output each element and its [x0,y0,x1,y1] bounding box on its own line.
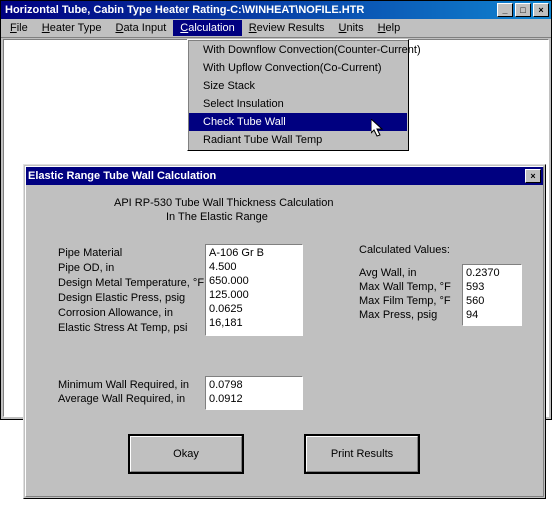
dialog-heading-1: API RP-530 Tube Wall Thickness Calculati… [114,197,334,209]
value-avg-wall: 0.2370 [466,266,518,280]
print-button-label: Print Results [331,448,393,460]
value-max-wall-temp: 593 [466,280,518,294]
input-values-box[interactable]: A-106 Gr B 4.500 650.000 125.000 0.0625 … [205,244,303,336]
calc-values-box: 0.2370 593 560 94 [462,264,522,326]
value-corrosion-allowance: 0.0625 [209,302,299,316]
okay-button-label: Okay [173,448,199,460]
calculation-dropdown: With Downflow Convection(Counter-Current… [187,39,409,151]
value-pipe-material: A-106 Gr B [209,246,299,260]
label-design-metal-temp: Design Metal Temperature, °F [58,277,204,289]
menuitem-select-insulation[interactable]: Select Insulation [189,95,407,113]
elastic-dialog: Elastic Range Tube Wall Calculation × AP… [23,164,546,499]
main-titlebar: Horizontal Tube, Cabin Type Heater Ratin… [1,1,551,19]
dialog-heading-2: In The Elastic Range [166,211,268,223]
main-title: Horizontal Tube, Cabin Type Heater Ratin… [3,4,495,16]
menu-units[interactable]: Units [332,20,371,36]
menuitem-upflow[interactable]: With Upflow Convection(Co-Current) [189,59,407,77]
value-elastic-stress: 16,181 [209,316,299,330]
calculated-heading: Calculated Values: [359,244,450,256]
value-pipe-od: 4.500 [209,260,299,274]
label-elastic-stress: Elastic Stress At Temp, psi [58,322,187,334]
value-design-elastic-press: 125.000 [209,288,299,302]
menuitem-radiant-tube-wall[interactable]: Radiant Tube Wall Temp [189,131,407,149]
value-min-wall-required: 0.0798 [209,378,299,392]
menuitem-check-tube-wall[interactable]: Check Tube Wall [189,113,407,131]
dialog-body: API RP-530 Tube Wall Thickness Calculati… [26,185,543,496]
menuitem-downflow[interactable]: With Downflow Convection(Counter-Current… [189,41,407,59]
menubar: File Heater Type Data Input Calculation … [1,19,551,38]
menu-heater-type[interactable]: Heater Type [35,20,109,36]
label-max-wall-temp: Max Wall Temp, °F [359,281,451,293]
value-avg-wall-required: 0.0912 [209,392,299,406]
okay-button[interactable]: Okay [128,434,244,474]
menu-review-results[interactable]: Review Results [242,20,332,36]
required-values-box: 0.0798 0.0912 [205,376,303,410]
value-design-metal-temp: 650.000 [209,274,299,288]
maximize-button[interactable]: □ [515,3,531,17]
menu-calculation[interactable]: Calculation [173,20,241,36]
dialog-title: Elastic Range Tube Wall Calculation [28,170,523,182]
dialog-titlebar: Elastic Range Tube Wall Calculation × [26,167,543,185]
value-max-press: 94 [466,308,518,322]
menuitem-size-stack[interactable]: Size Stack [189,77,407,95]
label-corrosion-allowance: Corrosion Allowance, in [58,307,173,319]
menu-file[interactable]: File [3,20,35,36]
label-max-press: Max Press, psig [359,309,437,321]
label-design-elastic-press: Design Elastic Press, psig [58,292,185,304]
close-button[interactable]: × [533,3,549,17]
menu-help[interactable]: Help [371,20,408,36]
label-min-wall-required: Minimum Wall Required, in [58,379,189,391]
menu-data-input[interactable]: Data Input [108,20,173,36]
label-pipe-material: Pipe Material [58,247,122,259]
print-results-button[interactable]: Print Results [304,434,420,474]
value-max-film-temp: 560 [466,294,518,308]
label-max-film-temp: Max Film Temp, °F [359,295,451,307]
minimize-button[interactable]: _ [497,3,513,17]
label-avg-wall: Avg Wall, in [359,267,416,279]
dialog-close-button[interactable]: × [525,169,541,183]
label-pipe-od: Pipe OD, in [58,262,114,274]
label-avg-wall-required: Average Wall Required, in [58,393,185,405]
